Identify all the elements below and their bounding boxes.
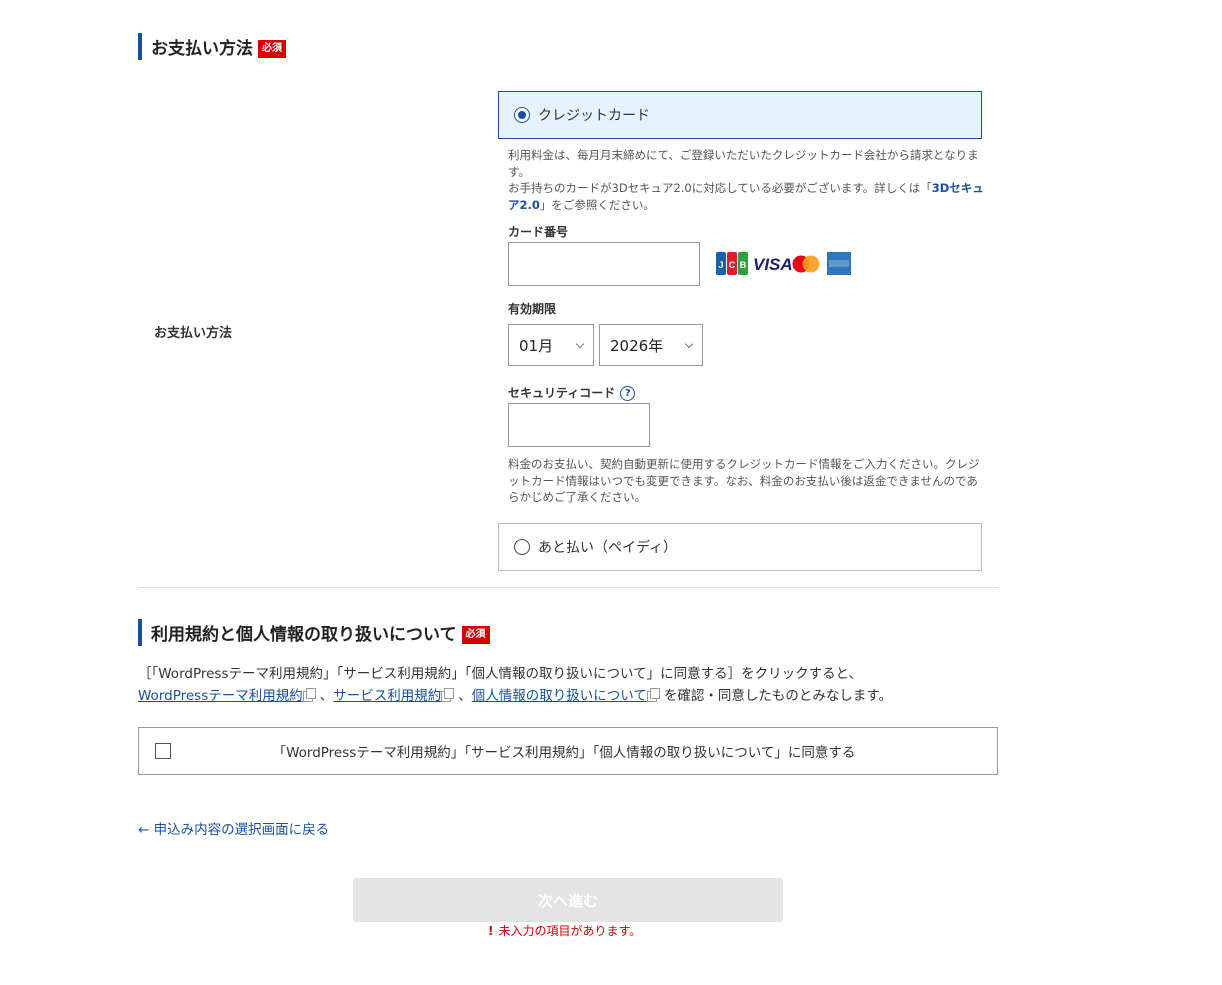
visa-logo-icon: VISA — [753, 255, 793, 274]
chevron-down-icon — [684, 339, 694, 349]
back-to-selection-link[interactable]: ← 申込み内容の選択画面に戻る — [138, 818, 329, 838]
expiry-month-select[interactable]: 01月 — [508, 324, 594, 366]
chevron-down-icon — [575, 339, 585, 349]
link-privacy-policy[interactable]: 個人情報の取り扱いについて — [472, 688, 647, 704]
card-number-label: カード番号 — [508, 225, 569, 239]
terms-agree-checkbox[interactable] — [155, 743, 171, 759]
credit-card-notes: 利用料金は、毎月月末締めにて、ご登録いただいたクレジットカード会社から請求となり… — [508, 148, 984, 212]
card-brand-logos: J C B VISA — [716, 252, 852, 276]
security-code-label: セキュリティコード? — [508, 384, 636, 401]
terms-agree-label[interactable]: 「WordPressテーマ利用規約」「サービス利用規約」「個人情報の取り扱いにつ… — [171, 741, 997, 761]
card-usage-note: 料金のお支払い、契約自動更新に使用するクレジットカード情報をご入力ください。クレ… — [508, 457, 980, 504]
payment-option-credit-card[interactable]: クレジットカード — [498, 91, 982, 139]
link-wordpress-terms[interactable]: WordPressテーマ利用規約 — [138, 688, 303, 704]
external-link-icon — [444, 688, 455, 699]
exclamation-icon: ! — [488, 924, 494, 938]
jcb-logo-icon: J C B — [716, 252, 748, 275]
payment-section-header: お支払い方法 必須 — [138, 33, 286, 60]
svg-text:VISA: VISA — [753, 255, 793, 274]
link-service-terms[interactable]: サービス利用規約 — [333, 688, 441, 704]
payment-row-label: お支払い方法 — [154, 326, 233, 341]
section-divider — [138, 587, 999, 588]
external-link-icon — [649, 688, 660, 699]
terms-section-header: 利用規約と個人情報の取り扱いについて 必須 — [138, 619, 490, 646]
security-code-input[interactable] — [508, 403, 650, 447]
svg-text:C: C — [729, 260, 736, 270]
external-link-icon — [305, 688, 316, 699]
radio-paidy[interactable] — [514, 539, 530, 555]
terms-description: ［「WordPressテーマ利用規約」「サービス利用規約」「個人情報の取り扱いに… — [138, 666, 892, 704]
credit-card-label: クレジットカード — [538, 108, 650, 124]
radio-credit-card[interactable] — [514, 107, 530, 123]
payment-option-paidy[interactable]: あと払い（ペイディ） — [498, 523, 982, 571]
amex-logo-icon — [827, 252, 851, 275]
section-accent-bar — [138, 33, 142, 60]
terms-agree-box[interactable]: 「WordPressテーマ利用規約」「サービス利用規約」「個人情報の取り扱いにつ… — [138, 727, 998, 775]
svg-text:B: B — [740, 260, 747, 270]
expiry-label: 有効期限 — [508, 302, 557, 316]
expiry-year-select[interactable]: 2026年 — [599, 324, 703, 366]
svg-text:J: J — [718, 260, 723, 270]
next-button[interactable]: 次へ進む — [353, 878, 783, 922]
payment-section-title: お支払い方法 — [151, 39, 253, 59]
error-message: ! 未入力の項目があります。 — [488, 924, 642, 938]
section-accent-bar — [138, 619, 142, 646]
mastercard-logo-icon — [792, 255, 820, 273]
paidy-label: あと払い（ペイディ） — [538, 540, 678, 556]
question-circle-icon[interactable]: ? — [620, 386, 636, 401]
card-number-input[interactable] — [508, 242, 700, 286]
terms-section-title: 利用規約と個人情報の取り扱いについて — [151, 625, 457, 645]
required-badge: 必須 — [258, 39, 286, 58]
required-badge: 必須 — [461, 625, 490, 644]
